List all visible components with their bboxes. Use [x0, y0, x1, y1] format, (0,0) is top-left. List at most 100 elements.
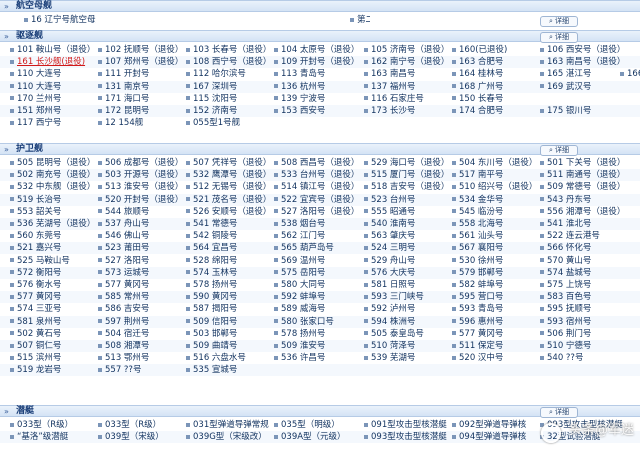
list-item[interactable]: “基洛”级潜艇 [10, 431, 96, 443]
list-item[interactable]: 165 湛江号 [540, 68, 618, 80]
list-item[interactable]: 576 大庆号 [364, 267, 450, 279]
list-item[interactable]: 094型弹道导弹核 [452, 431, 538, 443]
list-item[interactable]: 039型（宋级） [98, 431, 184, 443]
list-item[interactable]: 160(已退役) [452, 44, 538, 56]
list-item[interactable]: 152 济南号 [186, 105, 272, 117]
list-item[interactable]: 563 肇庆号 [364, 230, 450, 242]
list-item[interactable]: 106 西安号（退役） [540, 44, 638, 56]
list-item[interactable]: 595 营口号 [452, 291, 538, 303]
list-item[interactable]: 093型攻击型核潜艇 [364, 431, 450, 443]
list-item[interactable]: 033型（R级） [10, 419, 96, 431]
list-item[interactable]: 587 揭阳号 [186, 303, 272, 315]
list-item[interactable]: 503 开源号（退役） [98, 169, 184, 181]
list-item[interactable]: 151 郑州号 [10, 105, 96, 117]
list-item[interactable]: 526 安顺号（退役） [186, 206, 272, 218]
list-item[interactable]: 509 信阳号 [186, 316, 272, 328]
list-item[interactable]: 546 佛山号 [98, 230, 184, 242]
list-item[interactable]: 523 台州号 [364, 194, 450, 206]
list-item[interactable]: 039A型（元级） [274, 431, 362, 443]
list-item[interactable]: 131 南京号 [98, 81, 184, 93]
list-item[interactable]: 506 成都号（退役） [98, 157, 184, 169]
list-item[interactable]: 593 青岛号 [452, 303, 538, 315]
list-item[interactable]: 508 西昌号（退役） [274, 157, 362, 169]
list-item[interactable]: 511 南通号（退役） [540, 169, 638, 181]
list-item[interactable]: 105 济南号（退役） [364, 44, 450, 56]
list-item[interactable]: 527 洛阳号（退役） [274, 206, 362, 218]
list-item[interactable]: 542 铜陵号 [186, 230, 272, 242]
list-item[interactable]: 110 大连号 [10, 81, 96, 93]
list-item[interactable]: 502 南充号（退役） [10, 169, 96, 181]
list-item[interactable]: 575 上饶号 [540, 279, 638, 291]
list-item[interactable]: 573 运城号 [98, 267, 184, 279]
list-item[interactable]: 593 宿州号 [540, 316, 638, 328]
list-item[interactable]: 104 太原号（退役） [274, 44, 362, 56]
list-item[interactable]: 533 台州号（退役） [274, 169, 362, 181]
list-item[interactable]: 507 凭祥号（退役） [186, 157, 272, 169]
list-item[interactable]: 532 鹰潭号（退役） [186, 169, 272, 181]
list-item[interactable]: 592 蚌埠号 [274, 291, 362, 303]
list-item[interactable]: 519 长治号 [10, 194, 96, 206]
list-item[interactable]: 520 汉中号 [452, 352, 538, 364]
list-item[interactable]: 508 湘潭号 [98, 340, 184, 352]
list-item[interactable]: 544 旅顺号 [98, 206, 184, 218]
list-item[interactable]: 512 无锡号（退役） [186, 181, 272, 193]
list-item[interactable]: 153 西安号 [274, 105, 362, 117]
list-item[interactable]: 566 怀化号 [540, 242, 638, 254]
list-item[interactable]: 532 中东舰（退役） [10, 181, 96, 193]
list-item[interactable]: 163 南昌号 [364, 68, 450, 80]
list-item[interactable]: 509 曲靖号 [186, 340, 272, 352]
list-item[interactable]: 110 大连号 [10, 68, 96, 80]
list-item[interactable]: 565 葫芦岛号 [274, 242, 362, 254]
list-item[interactable]: 574 玉林号 [186, 267, 272, 279]
list-item[interactable]: 578 扬州号 [186, 279, 272, 291]
list-item[interactable]: 169 武汉号 [540, 81, 618, 93]
list-item[interactable]: 031型弹道导弹常规 [186, 419, 272, 431]
list-item[interactable]: 577 黄冈号 [10, 291, 96, 303]
list-item[interactable]: 113 青岛号 [274, 68, 362, 80]
list-item[interactable]: 16 辽宁号航空母舰 [24, 14, 96, 26]
list-item[interactable]: 164 桂林号 [452, 68, 538, 80]
list-item[interactable]: 101 鞍山号（退役） [10, 44, 96, 56]
list-item[interactable]: 517 南平号 [452, 169, 538, 181]
list-item[interactable]: 115 沈阳号 [186, 93, 272, 105]
detail-button[interactable]: ⌕ 详细 [540, 145, 578, 156]
list-item[interactable]: 577 黄冈号 [98, 279, 184, 291]
list-item[interactable]: 560 东莞号 [10, 230, 96, 242]
list-item[interactable]: 576 衡水号 [10, 279, 96, 291]
list-item[interactable]: 501 下关号（退役） [540, 157, 638, 169]
list-item[interactable]: 572 衡阳号 [10, 267, 96, 279]
list-item[interactable]: 524 三明号 [364, 242, 450, 254]
list-item[interactable]: 592 泸州号 [364, 303, 450, 315]
list-item[interactable]: 111 开封号 [98, 68, 184, 80]
list-item[interactable]: 513 淮安号（退役） [98, 181, 184, 193]
list-item[interactable]: 594 株洲号 [364, 316, 450, 328]
list-item[interactable]: 540 ??号 [540, 352, 638, 364]
list-item[interactable]: 107 郑州号（退役） [98, 56, 184, 68]
detail-button[interactable]: ⌕ 详细 [540, 16, 578, 27]
list-item[interactable]: 507 铜仁号 [10, 340, 96, 352]
list-item[interactable]: 505 泰皇岛号 [364, 328, 450, 340]
list-item[interactable]: 035型（明级） [274, 419, 362, 431]
list-item[interactable]: 564 宜昌号 [186, 242, 272, 254]
list-item[interactable]: 522 连云港号 [540, 230, 638, 242]
detail-button[interactable]: ⌕ 详细 [540, 407, 578, 418]
list-item[interactable]: 541 淮北号 [540, 218, 638, 230]
list-item[interactable]: 505 昆明号（退役） [10, 157, 96, 169]
list-item[interactable]: 545 临汾号 [452, 206, 538, 218]
list-item[interactable]: 137 福州号 [364, 81, 450, 93]
list-item[interactable]: 537 舟山号 [98, 218, 184, 230]
list-item[interactable]: 585 常州号 [98, 291, 184, 303]
list-item[interactable]: 556 湘潭号（退役） [540, 206, 638, 218]
list-item[interactable]: 506 荆门号 [540, 328, 638, 340]
list-item[interactable]: 579 邯郸号 [452, 267, 538, 279]
list-item[interactable]: 166 珠海号 [620, 68, 640, 80]
list-item[interactable]: 170 兰州号 [10, 93, 96, 105]
list-item[interactable]: 108 西宁号（退役） [186, 56, 272, 68]
list-item[interactable]: 582 蚌埠号 [452, 279, 538, 291]
list-item[interactable]: 502 黄石号 [10, 328, 96, 340]
list-item[interactable]: 539 芜湖号 [364, 352, 450, 364]
list-item[interactable]: 173 长沙号 [364, 105, 450, 117]
list-item[interactable]: 513 鄂州号 [98, 352, 184, 364]
list-item[interactable]: 523 莆田号 [98, 242, 184, 254]
list-item[interactable]: 541 常德号 [186, 218, 272, 230]
